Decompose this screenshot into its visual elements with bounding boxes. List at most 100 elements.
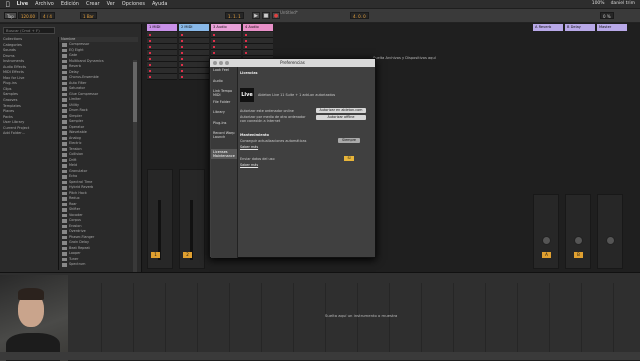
track-header[interactable]: 2 MIDI xyxy=(179,24,209,31)
device-icon xyxy=(62,109,67,113)
tempo-field[interactable]: 120.00 xyxy=(18,12,38,19)
track-header[interactable]: 3 Audio xyxy=(211,24,241,31)
learn-more-link[interactable]: Saber más xyxy=(240,145,258,149)
record-icon[interactable]: ● xyxy=(272,12,280,19)
pref-tab[interactable]: Licenses Maintenance xyxy=(211,148,237,159)
license-status: Ableton Live 11 Suite + 1 add-on autoriz… xyxy=(258,93,336,97)
menu-crear[interactable]: Crear xyxy=(86,1,100,7)
menu-ver[interactable]: Ver xyxy=(107,1,115,7)
device-icon xyxy=(62,147,67,151)
cpu-meter: 0 % xyxy=(600,12,614,19)
clip-slot[interactable] xyxy=(179,74,209,80)
menu-app-live[interactable]: Live xyxy=(17,1,29,7)
user-name[interactable]: daniel trim xyxy=(611,1,635,6)
pref-tab[interactable]: File Folder xyxy=(211,99,237,110)
authorize-online-button[interactable]: Autorizar en ableton.com xyxy=(316,108,366,113)
pref-tab[interactable]: Link Tempo MIDI xyxy=(211,88,237,99)
authorize-offline-label: Autorizar por medio de otro ordenador co… xyxy=(240,115,306,123)
track-1-activator[interactable]: 1 xyxy=(151,252,160,258)
device-icon xyxy=(62,208,67,212)
preferences-tabs: Look Feel Audio Link Tempo MIDI File Folder… xyxy=(211,67,238,258)
presenter-face xyxy=(18,288,44,327)
scroll-thumb[interactable] xyxy=(133,62,137,122)
device-icon xyxy=(62,219,67,223)
device-icon xyxy=(62,252,67,256)
pref-tab[interactable]: Plug-Ins xyxy=(211,120,237,131)
device-icon xyxy=(62,202,67,206)
menu-archivo[interactable]: Archivo xyxy=(35,1,54,7)
browser-place-item[interactable]: Add Folder… xyxy=(3,131,55,137)
menu-opciones[interactable]: Opciones xyxy=(122,1,145,7)
pan-knob[interactable] xyxy=(606,236,615,245)
send-usage-toggle[interactable]: Sí xyxy=(344,156,354,161)
device-icon xyxy=(62,213,67,217)
apple-icon[interactable]:  xyxy=(6,1,10,8)
device-icon xyxy=(62,87,67,91)
return-track-header[interactable]: B Delay xyxy=(565,24,595,31)
device-icon xyxy=(62,235,67,239)
authorize-offline-button[interactable]: Autorizar offline xyxy=(316,115,366,120)
device-icon xyxy=(62,169,67,173)
clip-slot[interactable] xyxy=(147,74,177,80)
pref-tab[interactable]: Record Warp Launch xyxy=(211,130,237,141)
pref-tab[interactable]: Audio xyxy=(211,78,237,89)
fader-slot[interactable] xyxy=(158,200,161,260)
metronome-quantize[interactable]: 1 Bar xyxy=(80,12,97,19)
browser-places: Collections Categories Sounds Drums Instrume… xyxy=(3,37,55,270)
session-drop-hint: Suelta Archivos y Dispositivos aquí xyxy=(373,56,436,60)
device-icon xyxy=(62,70,67,74)
device-icon xyxy=(62,246,67,250)
play-icon[interactable]: ▶ xyxy=(252,12,260,19)
pref-tab[interactable]: Library xyxy=(211,109,237,120)
pref-tab[interactable]: Look Feel xyxy=(211,67,237,78)
minimize-icon[interactable] xyxy=(219,61,223,65)
tap-button[interactable]: Tap xyxy=(4,12,17,19)
return-a-activator[interactable]: A xyxy=(542,252,551,258)
updates-dropdown[interactable]: Siempre xyxy=(338,138,360,143)
time-signature-field[interactable]: 4 / 4 xyxy=(40,12,55,19)
track-header[interactable]: 4 Audio xyxy=(243,24,273,31)
return-b-activator[interactable]: B xyxy=(574,252,583,258)
browser-file-list: Nombre Compressor EQ Eight Gate Multiband D… xyxy=(58,37,138,270)
master-mixer xyxy=(597,194,623,269)
stop-icon[interactable]: ■ xyxy=(262,12,270,19)
device-icon xyxy=(62,92,67,96)
device-icon xyxy=(62,54,67,58)
arrangement-position[interactable]: 1. 1. 1 xyxy=(225,12,244,19)
loop-length[interactable]: 4. 0. 0 xyxy=(350,12,369,19)
battery-status: 100% xyxy=(591,1,605,6)
preferences-titlebar[interactable]: Preferencias xyxy=(210,59,375,67)
updates-label: Conseguir actualizaciones automáticas xyxy=(240,139,307,143)
device-icon xyxy=(62,175,67,179)
device-icon xyxy=(62,257,67,261)
device-icon xyxy=(62,153,67,157)
close-icon[interactable] xyxy=(213,61,217,65)
device-icon xyxy=(62,241,67,245)
device-icon xyxy=(62,48,67,52)
browser-scrollbar[interactable] xyxy=(133,60,137,290)
device-icon xyxy=(62,131,67,135)
device-drop-area[interactable] xyxy=(70,283,638,358)
device-icon xyxy=(62,43,67,47)
track-header[interactable]: 1 MIDI xyxy=(147,24,177,31)
menu-edicion[interactable]: Edición xyxy=(61,1,79,7)
browser-search-input[interactable]: Buscar (Cmd + F) xyxy=(3,27,55,34)
track-2-activator[interactable]: 2 xyxy=(183,252,192,258)
return-track-header[interactable]: A Reverb xyxy=(533,24,563,31)
device-icon xyxy=(62,164,67,168)
master-track-header[interactable]: Master xyxy=(597,24,627,31)
learn-more-link-2[interactable]: Saber más xyxy=(240,163,258,167)
device-icon xyxy=(62,191,67,195)
device-icon xyxy=(62,186,67,190)
menu-ayuda[interactable]: Ayuda xyxy=(152,1,167,7)
device-icon xyxy=(62,180,67,184)
zoom-icon[interactable] xyxy=(225,61,229,65)
pan-knob[interactable] xyxy=(542,236,551,245)
pan-knob[interactable] xyxy=(574,236,583,245)
clip-slot-column xyxy=(147,32,177,80)
fader-slot[interactable] xyxy=(190,200,193,260)
device-icon xyxy=(62,98,67,102)
webcam-overlay xyxy=(0,275,68,361)
device-icon xyxy=(62,230,67,234)
browser-file-item[interactable]: Spectrum xyxy=(59,262,138,268)
